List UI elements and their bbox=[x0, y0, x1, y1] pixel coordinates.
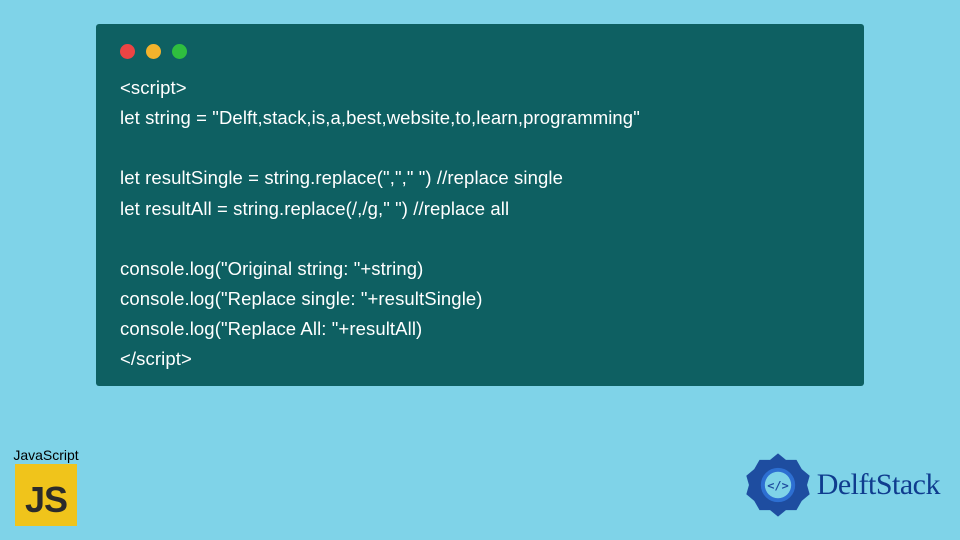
javascript-logo-text: JS bbox=[25, 479, 67, 521]
delftstack-logo: </> DelftStack bbox=[745, 452, 940, 518]
maximize-icon bbox=[172, 44, 187, 59]
svg-text:</>: </> bbox=[767, 479, 788, 493]
close-icon bbox=[120, 44, 135, 59]
minimize-icon bbox=[146, 44, 161, 59]
javascript-label: JavaScript bbox=[7, 447, 85, 463]
delftstack-text: DelftStack bbox=[817, 468, 940, 502]
javascript-logo-icon: JS bbox=[15, 464, 77, 526]
javascript-badge: JavaScript JS bbox=[7, 447, 85, 526]
code-block: <script> let string = "Delft,stack,is,a,… bbox=[120, 73, 840, 374]
window-traffic-lights bbox=[120, 44, 840, 59]
code-panel: <script> let string = "Delft,stack,is,a,… bbox=[96, 24, 864, 386]
delftstack-gear-icon: </> bbox=[745, 452, 811, 518]
